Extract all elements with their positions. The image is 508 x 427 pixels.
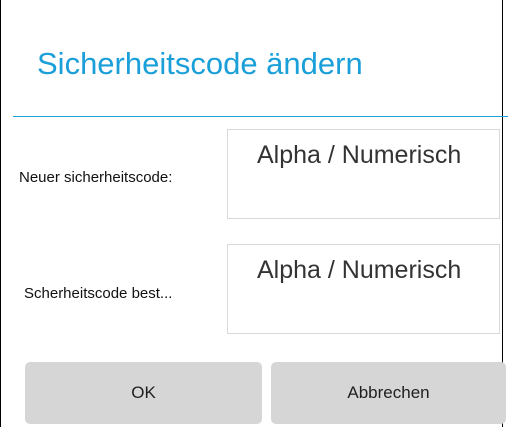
ok-button-label: OK (131, 383, 156, 402)
confirm-code-label: Scherheitscode best... (24, 285, 173, 302)
new-code-label: Neuer sicherheitscode: (19, 169, 173, 186)
new-code-placeholder: Alpha / Numerisch (257, 141, 462, 169)
ok-button[interactable]: OK (25, 362, 262, 424)
cancel-button-label: Abbrechen (347, 383, 430, 402)
cancel-button[interactable]: Abbrechen (271, 362, 506, 424)
dialog-title: Sicherheitscode ändern (37, 46, 363, 81)
confirm-code-placeholder: Alpha / Numerisch (257, 256, 462, 284)
new-code-input[interactable]: Alpha / Numerisch (227, 129, 500, 219)
confirm-code-input[interactable]: Alpha / Numerisch (227, 244, 500, 334)
title-divider (13, 116, 508, 117)
change-security-code-dialog: Sicherheitscode ändern Neuer sicherheits… (0, 0, 508, 427)
